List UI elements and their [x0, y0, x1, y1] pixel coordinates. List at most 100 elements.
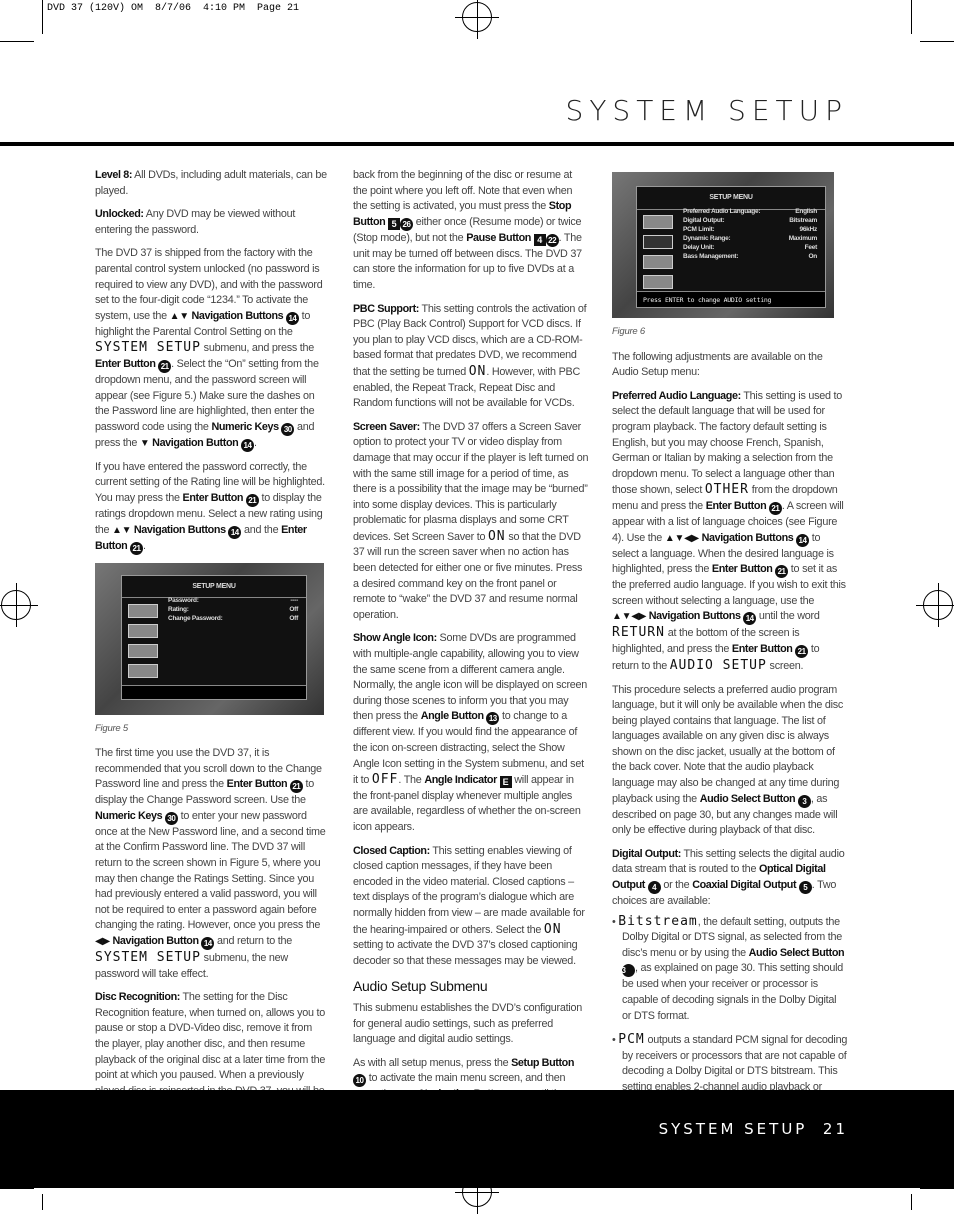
display-text: PCM [618, 1032, 645, 1048]
video-icon [128, 663, 158, 678]
bold-term: Screen Saver: [353, 420, 420, 433]
circled-number-callout: 21 [768, 501, 782, 515]
paragraph-preferred-audio-language: Preferred Audio Language: This setting i… [612, 389, 848, 675]
menu-row-value: On [808, 253, 817, 260]
menu-footer [122, 684, 306, 699]
menu-row: Delay Unit: Feet [683, 243, 817, 252]
circled-number-callout: 13 [486, 712, 500, 726]
display-text: RETURN [612, 625, 665, 641]
bold-term: Digital Output: [612, 847, 681, 860]
circled-number-callout: 21 [245, 493, 259, 507]
menu-row-label: Preferred Audio Language: [683, 208, 761, 215]
boxed-number-callout: 5 [387, 217, 400, 230]
system-icon [643, 215, 673, 229]
registration-mark [916, 583, 954, 627]
paragraph: This submenu establishes the DVD’s confi… [353, 1001, 589, 1048]
menu-row-value: ---- [290, 596, 298, 604]
text-run: , as explained on page 30. This setting … [622, 962, 843, 1022]
paragraph-closed-caption: Closed Caption: This setting enables vie… [353, 844, 589, 970]
crop-mark [920, 1188, 954, 1189]
arrow-icon: ▼ [139, 437, 150, 449]
menu-row-value: Feet [804, 244, 818, 251]
bold-term: PBC Support: [353, 302, 419, 315]
menu-row-value: 96kHz [799, 226, 817, 233]
bold-term: Closed Caption: [353, 844, 430, 857]
bold-term: Enter Button [705, 499, 769, 512]
section-heading: Audio Setup Submenu [353, 978, 488, 995]
bold-term: Navigation Buttons [131, 523, 229, 536]
menu-row-label: Password: [168, 596, 199, 604]
menu-row-label: Dynamic Range: [683, 235, 731, 242]
text-run: This submenu establishes the DVD’s confi… [353, 1001, 583, 1046]
menu-row-value: Maximum [788, 235, 817, 242]
bold-term: Level 8: [95, 169, 133, 181]
bold-term: Angle Indicator [424, 774, 500, 787]
figure-6-image: SETUP MENU Preferred Audio Language: Engl… [612, 172, 834, 318]
text-run: to enter your new password once at the N… [95, 809, 326, 932]
bold-term: Disc Recognition: [95, 991, 180, 1004]
boxed-number-callout: E [499, 776, 512, 789]
circled-number-callout: 14 [201, 937, 215, 951]
paragraph: This procedure selects a preferred audio… [612, 683, 848, 839]
text-run: The DVD 37 offers a Screen Saver option … [353, 420, 589, 543]
circled-number-callout: 3 [622, 964, 635, 978]
crop-mark [0, 1188, 34, 1189]
paragraph: The DVD 37 is shipped from the factory w… [95, 246, 327, 452]
speaker-icon [643, 255, 673, 269]
circled-number-callout: 30 [281, 422, 295, 436]
bold-term: Coaxial Digital Output [692, 879, 799, 892]
bold-term: Numeric Keys [95, 809, 165, 822]
menu-row: Dynamic Range: Maximum [683, 234, 817, 243]
menu-footer: Press ENTER to change AUDIO setting [637, 291, 825, 307]
figure-5-image: SETUP MENU Password: ---- Rating: Off Change… [95, 562, 324, 715]
paragraph-screen-saver: Screen Saver: The DVD 37 offers a Screen… [353, 420, 589, 624]
bold-term: Enter Button [711, 563, 776, 576]
crop-mark [911, 0, 912, 34]
circled-number-callout: 21 [795, 644, 809, 658]
bold-term: Pause Button [466, 231, 534, 244]
display-text: SYSTEM SETUP [95, 340, 201, 356]
arrow-icon: ▲▼ [112, 524, 132, 536]
circled-number-callout: 14 [795, 533, 809, 547]
header-rule [0, 142, 954, 146]
text-run: The following adjustments are available … [612, 350, 823, 379]
text-run: . [253, 436, 257, 449]
bold-term: Enter Button [182, 491, 246, 504]
text-run: so that the DVD 37 will run the screen s… [353, 530, 583, 621]
paragraph: back from the beginning of the disc or r… [353, 168, 589, 294]
text-run: submenu, and press the [200, 342, 315, 355]
paragraph-show-angle-icon: Show Angle Icon: Some DVDs are programme… [353, 631, 589, 835]
circled-number-callout: 22 [545, 233, 559, 247]
display-text: ON [468, 363, 487, 379]
text-run: This procedure selects a preferred audio… [612, 683, 844, 805]
paragraph: The first time you use the DVD 37, it is… [95, 746, 327, 982]
circled-number-callout: 3 [797, 794, 811, 808]
bold-term: Preferred Audio Language: [612, 389, 741, 402]
column-1: Level 8: All DVDs, including adult mater… [95, 168, 327, 1139]
menu-row: Password: ---- [168, 596, 298, 605]
bold-term: Navigation Button [149, 436, 241, 449]
footer-label: SYSTEM SETUP 21 [659, 1120, 848, 1138]
registration-mark [0, 583, 38, 627]
circled-number-callout: 14 [743, 612, 757, 626]
menu-row: Rating: Off [168, 605, 298, 614]
footer-section: SYSTEM SETUP [658, 1120, 808, 1138]
display-text: ON [487, 528, 506, 544]
bold-term: Navigation Button [109, 935, 202, 948]
paragraph: The following adjustments are available … [612, 350, 848, 381]
bold-term: Navigation Buttons [699, 531, 796, 544]
paragraph: If you have entered the password correct… [95, 460, 327, 555]
paragraph-digital-output: Digital Output: This setting selects the… [612, 847, 848, 910]
text-run: Some DVDs are programmed with multiple-a… [353, 632, 588, 723]
menu-row-label: Digital Output: [683, 217, 725, 224]
audio-icon [643, 235, 673, 249]
menu-row-label: Bass Management: [683, 253, 739, 260]
circled-number-callout: 21 [129, 541, 143, 555]
text-run: and return to the [214, 935, 292, 948]
text-run: and the [241, 523, 282, 536]
circled-number-callout: 14 [285, 311, 299, 325]
boxed-number-callout: 4 [533, 233, 546, 246]
bold-term: Angle Button [420, 710, 487, 723]
bold-term: Enter Button [731, 642, 796, 655]
bold-term: Setup Button [511, 1056, 575, 1069]
